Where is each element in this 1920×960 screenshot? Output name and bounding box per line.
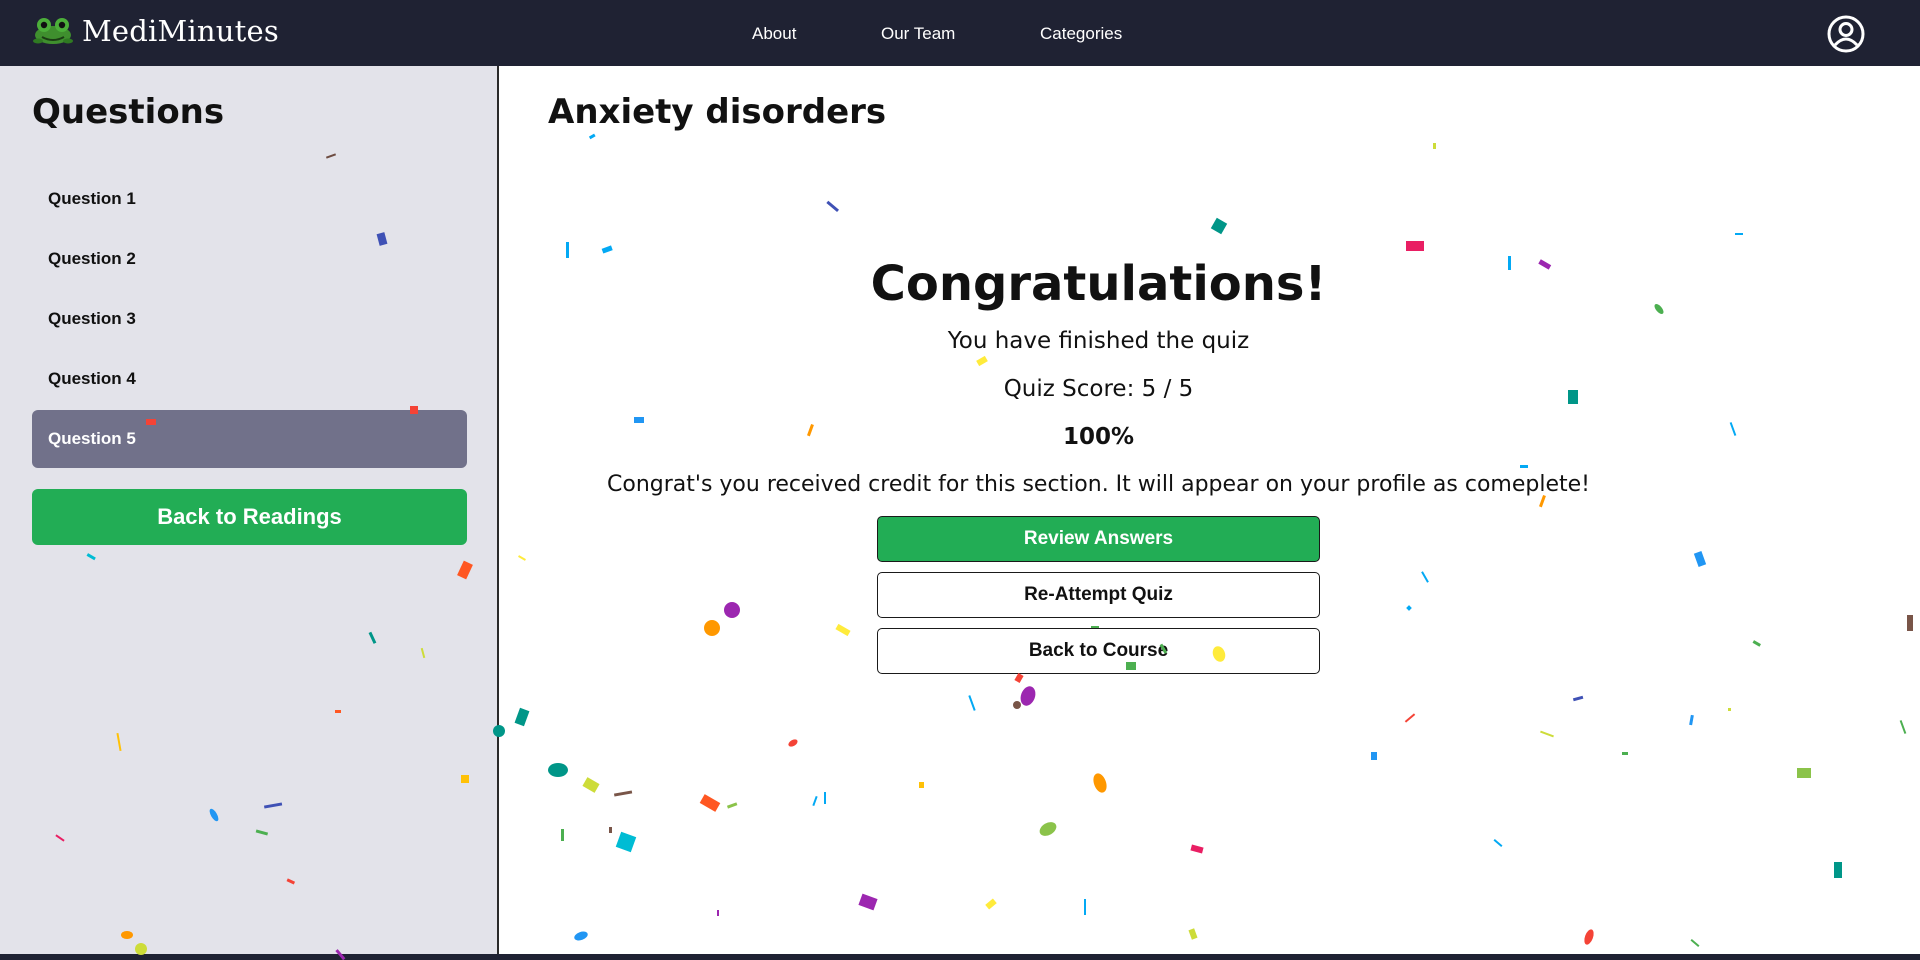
re-attempt-quiz-button[interactable]: Re-Attempt Quiz [877, 572, 1320, 618]
nav-link-categories[interactable]: Categories [1040, 24, 1122, 44]
back-to-readings-button[interactable]: Back to Readings [32, 489, 467, 545]
top-navbar: MediMinutes About Our Team Categories [0, 0, 1920, 66]
nav-link-about[interactable]: About [752, 24, 796, 44]
sidebar-title: Questions [32, 92, 225, 132]
nav-link-our-team[interactable]: Our Team [881, 24, 955, 44]
score-percent: 100% [1062, 424, 1135, 450]
page-title: Anxiety disorders [548, 92, 887, 132]
review-answers-button[interactable]: Review Answers [877, 516, 1320, 562]
question-item-3[interactable]: Question 3 [32, 290, 467, 348]
bottom-border [0, 954, 1920, 960]
back-to-course-button[interactable]: Back to Course [877, 628, 1320, 674]
question-item-1[interactable]: Question 1 [32, 170, 467, 228]
nav-links: About Our Team Categories [0, 0, 1920, 66]
questions-sidebar: Questions Question 1 Question 2 Question… [0, 66, 499, 954]
quiz-score: Quiz Score: 5 / 5 [1003, 376, 1194, 402]
question-item-5-active[interactable]: Question 5 [32, 410, 467, 468]
congratulations-heading: Congratulations! [870, 256, 1327, 312]
question-item-2[interactable]: Question 2 [32, 230, 467, 288]
user-circle-icon[interactable] [1826, 14, 1866, 54]
question-item-4[interactable]: Question 4 [32, 350, 467, 408]
question-list: Question 1 Question 2 Question 3 Questio… [32, 170, 467, 470]
finished-message: You have finished the quiz [947, 328, 1250, 354]
quiz-result-panel: Anxiety disorders Congratulations! You h… [501, 66, 1920, 954]
credit-message: Congrat's you received credit for this s… [607, 472, 1590, 497]
